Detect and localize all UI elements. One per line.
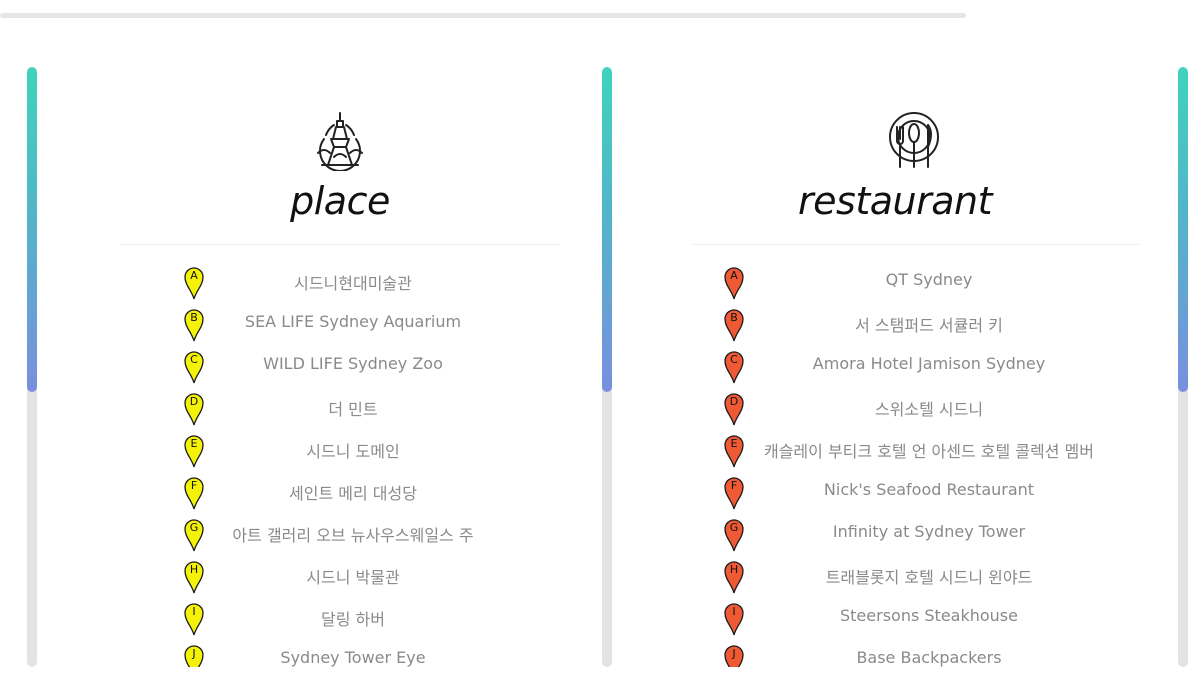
place-name: 더 민트 xyxy=(328,400,378,419)
place-name: 달링 하버 xyxy=(321,610,385,629)
marker-letter: C xyxy=(190,353,198,366)
horizontal-scrollbar[interactable] xyxy=(0,13,966,18)
place-name: WILD LIFE Sydney Zoo xyxy=(263,354,443,373)
restaurant-scrollbar-thumb[interactable] xyxy=(602,67,612,392)
marker-letter: I xyxy=(192,605,196,618)
restaurant-list-item[interactable]: J Base Backpackers xyxy=(614,644,1176,667)
map-marker-icon: E xyxy=(183,434,205,468)
place-list-item[interactable]: B SEA LIFE Sydney Aquarium xyxy=(40,308,600,342)
place-list-item[interactable]: D 더 민트 xyxy=(40,392,600,426)
map-marker-icon: I xyxy=(183,602,205,636)
place-name: Sydney Tower Eye xyxy=(280,648,426,667)
restaurant-name: 트래블롯지 호텔 시드니 윈야드 xyxy=(825,568,1033,587)
restaurant-panel: restaurant A QT Sydney B 서 스탬퍼드 서큘러 키 C Amora… xyxy=(614,67,1176,667)
place-title: place xyxy=(290,179,390,223)
map-marker-icon: J xyxy=(183,644,205,667)
restaurant-name: Nick's Seafood Restaurant xyxy=(823,480,1035,499)
map-marker-icon: H xyxy=(183,560,205,594)
place-list-item[interactable]: F 세인트 메리 대성당 xyxy=(40,476,600,510)
restaurant-list-item[interactable]: F Nick's Seafood Restaurant xyxy=(614,476,1176,510)
restaurant-list-item[interactable]: A QT Sydney xyxy=(614,266,1176,300)
restaurant-list-item[interactable]: B서 스탬퍼드 서큘러 키 xyxy=(614,308,1176,342)
restaurant-list-item[interactable]: H 트래블롯지 호텔 시드니 윈야드 xyxy=(614,560,1176,594)
map-marker-icon: C xyxy=(183,350,205,384)
restaurant-title: restaurant xyxy=(798,179,992,223)
marker-letter: G xyxy=(189,521,199,534)
restaurant-name: 스위소텔 시드니 xyxy=(874,400,984,419)
marker-letter: A xyxy=(190,269,198,282)
place-name: 시드니 박물관 xyxy=(306,568,400,587)
right-scrollbar-thumb[interactable] xyxy=(1178,67,1188,392)
marker-letter: D xyxy=(189,395,199,408)
place-panel: place A 시드니현대미술관 B SEA LIFE Sydney Aquarium… xyxy=(40,67,600,667)
place-list-item[interactable]: H 시드니 박물관 xyxy=(40,560,600,594)
restaurant-list-item[interactable]: E 캐슬레이 부티크 호텔 언 아센드 호텔 콜렉션 멤버 xyxy=(614,434,1176,468)
marker-letter: B xyxy=(190,311,198,324)
restaurant-list-item[interactable]: G Infinity at Sydney Tower xyxy=(614,518,1176,552)
map-marker-icon: G xyxy=(183,518,205,552)
marker-letter: F xyxy=(190,479,198,492)
place-name: SEA LIFE Sydney Aquarium xyxy=(244,312,462,331)
restaurant-name: Base Backpackers xyxy=(856,648,1002,667)
place-scrollbar[interactable] xyxy=(27,67,37,667)
map-marker-icon: A xyxy=(183,266,205,300)
place-divider xyxy=(120,244,560,245)
restaurant-divider xyxy=(692,244,1140,245)
restaurant-name: 캐슬레이 부티크 호텔 언 아센드 호텔 콜렉션 멤버 xyxy=(763,442,1094,461)
restaurant-list-item[interactable]: D 스위소텔 시드니 xyxy=(614,392,1176,426)
plate-fork-knife-icon xyxy=(886,111,942,171)
restaurant-name: Steersons Steakhouse xyxy=(840,606,1018,625)
place-name: 세인트 메리 대성당 xyxy=(289,484,417,503)
eiffel-tower-icon xyxy=(312,111,368,172)
map-marker-icon: F xyxy=(183,476,205,510)
restaurant-list-item[interactable]: I Steersons Steakhouse xyxy=(614,602,1176,636)
marker-letter: J xyxy=(192,647,196,660)
place-name: 시드니 도메인 xyxy=(306,442,400,461)
place-list-item[interactable]: E 시드니 도메인 xyxy=(40,434,600,468)
map-marker-icon: D xyxy=(183,392,205,426)
place-list-item[interactable]: I 달링 하버 xyxy=(40,602,600,636)
restaurant-scrollbar[interactable] xyxy=(602,67,612,667)
map-marker-icon: B xyxy=(183,308,205,342)
restaurant-name: QT Sydney xyxy=(885,270,973,289)
place-list-item[interactable]: C WILD LIFE Sydney Zoo xyxy=(40,350,600,384)
restaurant-name: 서 스탬퍼드 서큘러 키 xyxy=(855,316,1003,335)
marker-letter: H xyxy=(189,563,199,576)
place-list-item[interactable]: G 아트 갤러리 오브 뉴사우스웨일스 주 xyxy=(40,518,600,552)
right-scrollbar[interactable] xyxy=(1178,67,1188,667)
place-name: 시드니현대미술관 xyxy=(294,274,412,293)
place-scrollbar-thumb[interactable] xyxy=(27,67,37,392)
place-list-item[interactable]: J Sydney Tower Eye xyxy=(40,644,600,667)
marker-letter: E xyxy=(190,437,198,450)
place-name: 아트 갤러리 오브 뉴사우스웨일스 주 xyxy=(232,526,474,545)
restaurant-list-item[interactable]: C Amora Hotel Jamison Sydney xyxy=(614,350,1176,384)
restaurant-name: Infinity at Sydney Tower xyxy=(832,522,1026,541)
restaurant-name: Amora Hotel Jamison Sydney xyxy=(812,354,1046,373)
place-list-item[interactable]: A 시드니현대미술관 xyxy=(40,266,600,300)
